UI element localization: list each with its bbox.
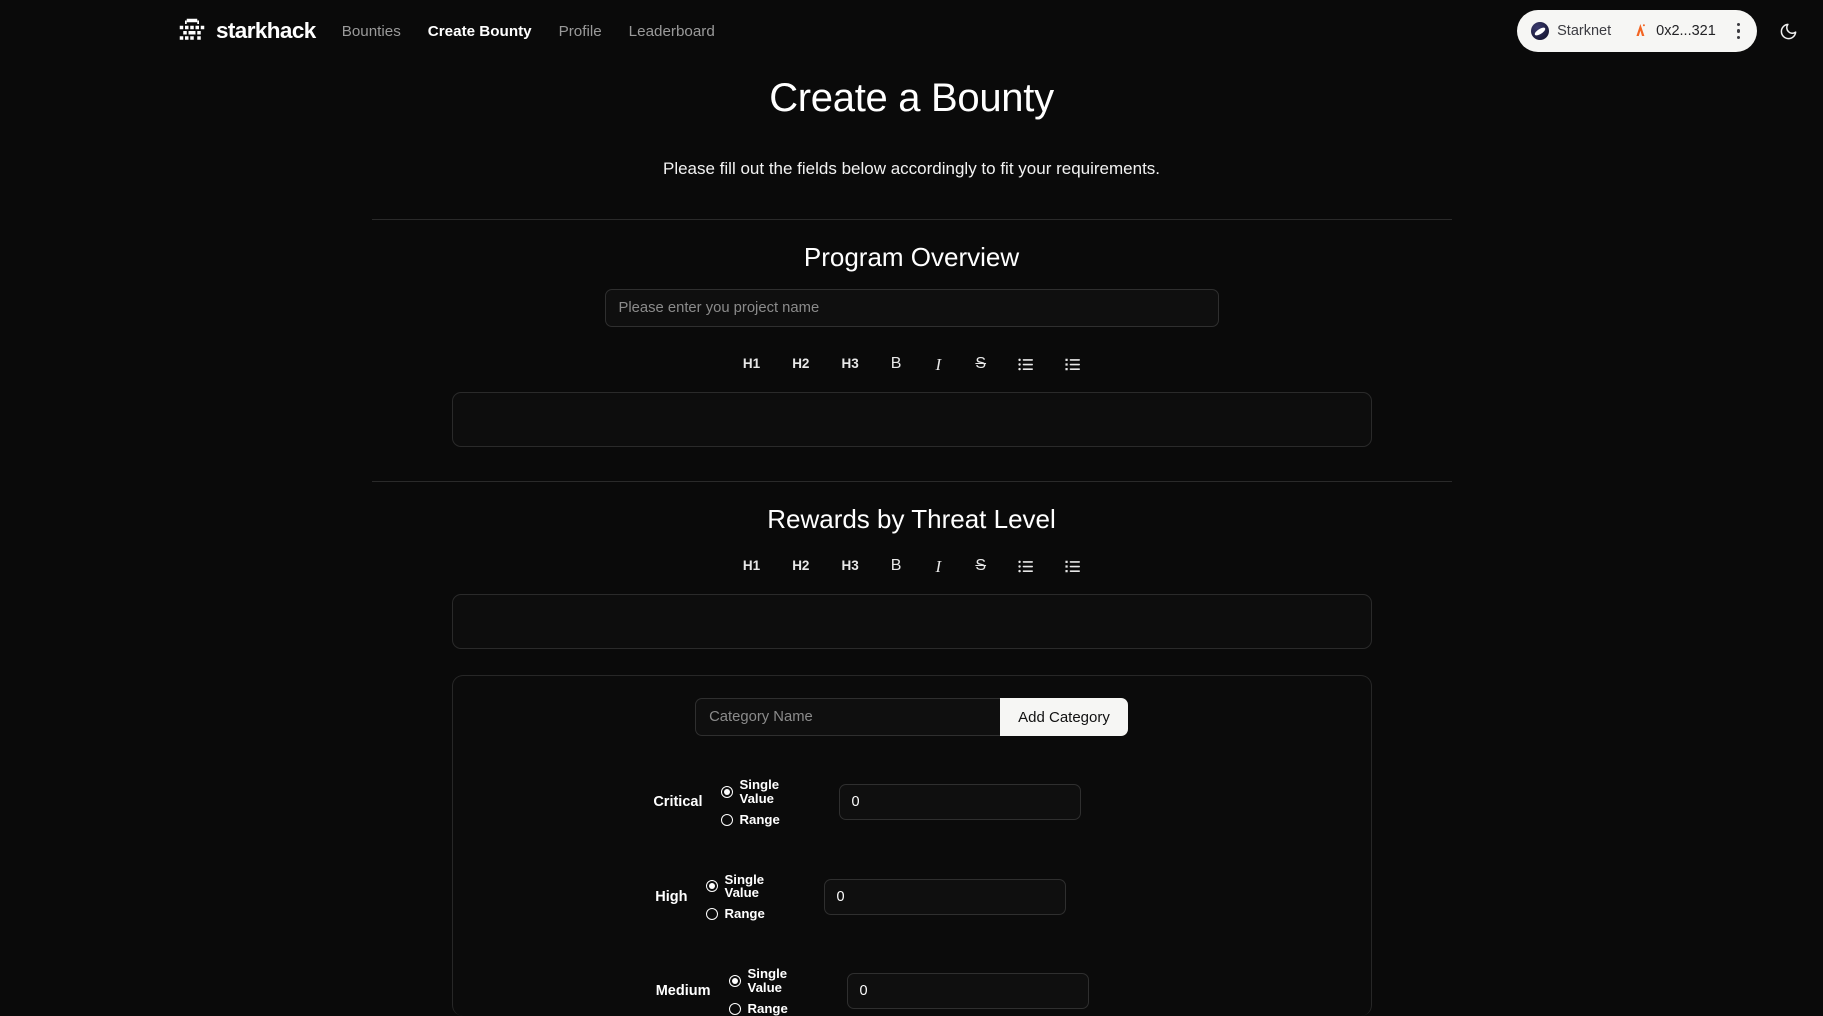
rewards-toolbar-heading-2-button[interactable]: H2 xyxy=(786,555,815,577)
add-category-button[interactable]: Add Category xyxy=(1000,698,1128,736)
radio-icon-range-high xyxy=(705,908,718,921)
radio-label-single-value: Single Value xyxy=(739,777,780,806)
wallet-address-label: 0x2...321 xyxy=(1656,23,1716,39)
toolbar-heading-2-button[interactable]: H2 xyxy=(786,353,815,375)
section-rewards-by-threat-level: Rewards by Threat Level H1 H2 H3 B I S C… xyxy=(372,482,1452,1016)
category-card: Add Category Critical Single Value Range xyxy=(451,675,1372,1016)
program-overview-editor-area[interactable] xyxy=(451,392,1372,447)
wallet-address[interactable]: 0x2...321 xyxy=(1633,23,1716,39)
theme-toggle-button[interactable] xyxy=(1771,14,1805,48)
radio-icon-single-value-medium xyxy=(728,975,741,988)
navbar-right: Starknet 0x2...321 xyxy=(1517,10,1805,52)
toolbar-italic-button[interactable]: I xyxy=(927,353,949,375)
nav-link-profile[interactable]: Profile xyxy=(559,23,602,40)
radio-single-value-medium[interactable]: Single Value xyxy=(728,966,825,996)
radio-single-value-critical[interactable]: Single Value xyxy=(720,777,817,806)
wallet-pill[interactable]: Starknet 0x2...321 xyxy=(1517,10,1757,52)
project-name-input[interactable] xyxy=(604,289,1219,327)
section-program-overview: Program Overview H1 H2 H3 B I S xyxy=(372,220,1452,447)
rewards-toolbar-strikethrough-button[interactable]: S xyxy=(969,555,992,577)
radio-range-high[interactable]: Range xyxy=(705,906,802,922)
project-name-row xyxy=(372,289,1452,327)
radio-label-single-value: Single Value xyxy=(747,966,788,996)
threat-value-input-high[interactable] xyxy=(823,878,1066,915)
nav-link-create-bounty[interactable]: Create Bounty xyxy=(428,23,532,40)
navbar: starkhack Bounties Create Bounty Profile… xyxy=(0,0,1823,62)
kebab-menu-icon[interactable] xyxy=(1732,19,1745,43)
threat-row-high: High Single Value Range xyxy=(453,871,1371,922)
page-subtitle: Please fill out the fields below accordi… xyxy=(662,159,1161,178)
nav-link-leaderboard[interactable]: Leaderboard xyxy=(629,23,715,40)
radio-single-value-high[interactable]: Single Value xyxy=(705,871,802,901)
category-name-input[interactable] xyxy=(695,698,1001,736)
toolbar-bold-button[interactable]: B xyxy=(885,353,908,375)
threat-mode-group-medium: Single Value Range xyxy=(728,966,825,1016)
rewards-editor: H1 H2 H3 B I S xyxy=(372,551,1452,649)
radio-range-medium[interactable]: Range xyxy=(728,1000,825,1016)
wallet-network: Starknet xyxy=(1531,22,1611,40)
threat-label-high: High xyxy=(655,888,688,905)
threat-value-input-medium[interactable] xyxy=(846,973,1089,1010)
rewards-toolbar-bullet-list-button[interactable] xyxy=(1012,555,1039,577)
radio-icon-single-value-high xyxy=(705,880,718,893)
program-overview-title: Program Overview xyxy=(803,242,1020,272)
radio-icon-range-medium xyxy=(728,1002,741,1015)
argent-wallet-icon xyxy=(1636,24,1646,36)
toolbar-ordered-list-button[interactable] xyxy=(1059,353,1086,375)
program-overview-toolbar: H1 H2 H3 B I S xyxy=(372,349,1452,379)
wallet-network-label: Starknet xyxy=(1557,23,1612,39)
starknet-icon xyxy=(1531,22,1550,40)
radio-icon-single-value-critical xyxy=(720,785,733,798)
rewards-toolbar-heading-3-button[interactable]: H3 xyxy=(835,555,864,577)
radio-label-range: Range xyxy=(724,906,765,922)
nav-links: Bounties Create Bounty Profile Leaderboa… xyxy=(342,23,715,40)
page-title: Create a Bounty xyxy=(769,76,1054,120)
radio-icon-range-critical xyxy=(720,813,733,826)
rewards-title: Rewards by Threat Level xyxy=(767,504,1056,534)
threat-value-input-critical[interactable] xyxy=(838,784,1081,821)
toolbar-strikethrough-button[interactable]: S xyxy=(969,353,992,375)
toolbar-bullet-list-button[interactable] xyxy=(1012,353,1039,375)
rewards-toolbar-italic-button[interactable]: I xyxy=(927,555,949,577)
nav-link-bounties[interactable]: Bounties xyxy=(342,23,401,40)
brand-logo[interactable]: starkhack xyxy=(178,17,316,45)
threat-mode-group-high: Single Value Range xyxy=(705,871,802,922)
radio-label-range: Range xyxy=(739,811,780,827)
rewards-toolbar: H1 H2 H3 B I S xyxy=(372,551,1452,581)
category-add-row: Add Category xyxy=(453,698,1371,736)
rewards-toolbar-ordered-list-button[interactable] xyxy=(1059,555,1086,577)
threat-mode-group-critical: Single Value Range xyxy=(720,777,817,827)
threat-row-medium: Medium Single Value Range xyxy=(453,967,1371,1016)
starkhack-pixel-logo-icon xyxy=(179,18,205,40)
ordered-list-icon xyxy=(1065,358,1080,370)
page-body: Create a Bounty Please fill out the fiel… xyxy=(0,62,1823,1016)
bullet-list-icon xyxy=(1018,358,1033,370)
threat-row-critical: Critical Single Value Range xyxy=(453,778,1371,827)
rewards-toolbar-bold-button[interactable]: B xyxy=(885,555,908,577)
program-overview-editor: H1 H2 H3 B I S xyxy=(372,349,1452,447)
bullet-list-icon xyxy=(1018,560,1033,572)
ordered-list-icon xyxy=(1065,560,1080,572)
rewards-editor-area[interactable] xyxy=(451,594,1372,649)
radio-label-range: Range xyxy=(747,1000,788,1016)
threat-label-critical: Critical xyxy=(653,794,703,811)
rewards-toolbar-heading-1-button[interactable]: H1 xyxy=(737,555,766,577)
toolbar-heading-3-button[interactable]: H3 xyxy=(835,353,864,375)
toolbar-heading-1-button[interactable]: H1 xyxy=(737,353,766,375)
moon-icon xyxy=(1780,23,1796,39)
radio-label-single-value: Single Value xyxy=(724,871,765,901)
radio-range-critical[interactable]: Range xyxy=(720,811,817,827)
brand-name: starkhack xyxy=(216,18,316,43)
